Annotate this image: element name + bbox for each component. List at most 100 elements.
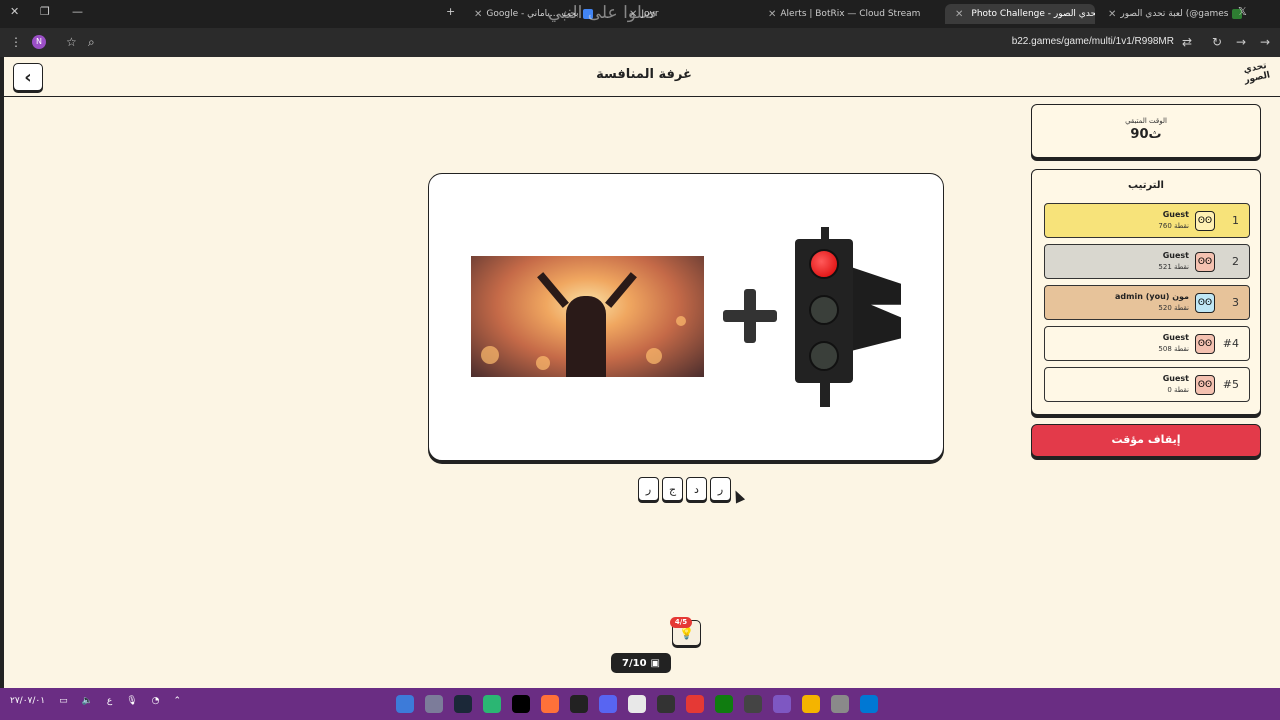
restore-window-icon[interactable]: ❐: [40, 5, 50, 18]
ranking-row: 1 ʘʘ Guest 760 نقطة: [1044, 203, 1250, 238]
player-avatar-icon: ʘʘ: [1195, 211, 1215, 231]
player-name: Guest: [1162, 251, 1189, 260]
timer-panel: الوقت المتبقي 90ث: [1031, 104, 1261, 158]
taskbar-apps: [396, 695, 878, 713]
traffic-light-image: [793, 227, 903, 407]
menu-dots-icon[interactable]: ⋮: [10, 35, 22, 49]
tab-label: Photo Challenge - لعبة تحدي الصور: [971, 9, 1095, 19]
ranking-title: الترتيب: [1128, 180, 1164, 191]
player-avatar-icon: ʘʘ: [1195, 334, 1215, 354]
ranking-row-self: 3 ʘʘ admin (you) مون 520 نقطة: [1044, 285, 1250, 320]
game-page: ‹ غرفة المنافسة تحدي الصور الوقت المتبقي…: [0, 57, 1280, 688]
tray-overflow-icon[interactable]: ⌃: [173, 696, 181, 706]
player-name: Guest: [1162, 333, 1189, 342]
watermark-text: صلوا على النبي: [548, 3, 657, 23]
app-icon[interactable]: [425, 695, 443, 713]
discord-icon[interactable]: [599, 695, 617, 713]
lightbulb-icon: 💡: [679, 626, 694, 640]
rank-position: 2: [1232, 255, 1239, 268]
ranking-row: #5 ʘʘ Guest 0 نقطة: [1044, 367, 1250, 402]
hint-count-badge: 4/5: [670, 617, 692, 628]
browser-tab-4-active[interactable]: ✕ Photo Challenge - لعبة تحدي الصور: [945, 4, 1095, 24]
rank-position: 1: [1232, 214, 1239, 227]
plus-icon: [723, 289, 777, 343]
letter-slot[interactable]: ر: [638, 477, 659, 501]
browser-tab-3[interactable]: ✕ Alerts | BotRix — Cloud Stream: [760, 4, 920, 24]
clock-date[interactable]: ٢٧/٠٧/٠١: [10, 696, 45, 706]
windows-start-icon[interactable]: [860, 695, 878, 713]
taskbar-tray: ٢٧/٠٧/٠١ ▭ 🔈 ع 🎙 ◔ ⌃: [10, 696, 181, 706]
puzzle-card: [428, 173, 944, 461]
round-indicator: 7/10 ▣: [611, 653, 671, 673]
rank-position: #5: [1222, 378, 1239, 391]
obs-icon[interactable]: [657, 695, 675, 713]
x-social-icon[interactable]: 𝕏: [1238, 5, 1247, 18]
volume-icon[interactable]: 🔈: [82, 696, 93, 706]
browser-tab-strip: ✕ ❐ — + ✕ Google - بحث ...ياماني ✕ Joyr …: [0, 0, 1280, 28]
rank-position: #4: [1222, 337, 1239, 350]
letter-slot[interactable]: ر: [710, 477, 731, 501]
app-icon[interactable]: [831, 695, 849, 713]
zoom-icon[interactable]: ⌕: [88, 35, 95, 50]
ranking-row: 2 ʘʘ Guest 521 نقطة: [1044, 244, 1250, 279]
rank-position: 3: [1232, 296, 1239, 309]
game-logo[interactable]: تحدي الصور: [1237, 60, 1276, 94]
player-name: Guest: [1162, 210, 1189, 219]
app-icon[interactable]: [570, 695, 588, 713]
close-tab-icon[interactable]: ✕: [1108, 9, 1116, 20]
chevron-left-icon: ‹: [24, 66, 32, 88]
monitor-icon[interactable]: ▭: [59, 696, 68, 706]
letter-slot[interactable]: ج: [662, 477, 683, 501]
round-label: 7/10: [622, 657, 647, 669]
browser-tab-5[interactable]: ✕ لعبة تحدي الصور (@games: [1104, 4, 1244, 24]
bookmark-star-icon[interactable]: ☆: [66, 35, 77, 49]
minimize-window-icon[interactable]: —: [72, 5, 83, 18]
folder-icon[interactable]: [802, 695, 820, 713]
back-button[interactable]: ‹: [13, 63, 43, 91]
page-header: ‹ غرفة المنافسة تحدي الصور: [4, 57, 1280, 97]
os-taskbar: ٢٧/٠٧/٠١ ▭ 🔈 ع 🎙 ◔ ⌃: [0, 688, 1280, 720]
player-points: 508 نقطة: [1158, 345, 1189, 353]
player-avatar-icon: ʘʘ: [1195, 375, 1215, 395]
player-points: 520 نقطة: [1158, 304, 1189, 312]
tab-label: Alerts | BotRix — Cloud Stream: [780, 9, 920, 19]
clapper-icon[interactable]: [744, 695, 762, 713]
address-bar: ⋮ N ☆ ⌕ b22.games/game/multi/1v1/R998MR …: [0, 28, 1280, 57]
player-avatar-icon: ʘʘ: [1195, 252, 1215, 272]
player-name: admin (you) مون: [1115, 292, 1189, 301]
edge-icon[interactable]: [483, 695, 501, 713]
pause-button[interactable]: إيقاف مؤقت: [1031, 424, 1261, 457]
player-avatar-icon: ʘʘ: [1195, 293, 1215, 313]
forward-icon[interactable]: →: [1236, 35, 1246, 49]
back-icon[interactable]: →: [1260, 35, 1270, 49]
timer-label: الوقت المتبقي: [1125, 117, 1167, 125]
timer-value: 90ث: [1130, 127, 1162, 142]
new-tab-icon[interactable]: +: [446, 5, 455, 18]
image-icon: ▣: [650, 657, 660, 669]
sunset-celebration-image: [471, 256, 704, 377]
app-icon[interactable]: [686, 695, 704, 713]
site-settings-icon[interactable]: ⇄: [1182, 35, 1192, 49]
player-points: 0 نقطة: [1167, 386, 1189, 394]
ranking-row: #4 ʘʘ Guest 508 نقطة: [1044, 326, 1250, 361]
chrome-icon[interactable]: [628, 695, 646, 713]
microphone-icon[interactable]: 🎙: [126, 696, 137, 706]
network-icon[interactable]: ◔: [152, 696, 160, 706]
reload-icon[interactable]: ↻: [1212, 35, 1222, 49]
capcut-icon[interactable]: [512, 695, 530, 713]
close-window-icon[interactable]: ✕: [10, 5, 19, 18]
language-indicator[interactable]: ع: [107, 696, 112, 706]
steam-icon[interactable]: [454, 695, 472, 713]
close-tab-icon[interactable]: ✕: [955, 9, 963, 20]
ranking-panel: الترتيب 1 ʘʘ Guest 760 نقطة 2 ʘʘ Guest 5…: [1031, 169, 1261, 415]
close-tab-icon[interactable]: ✕: [474, 9, 482, 20]
app-icon[interactable]: [396, 695, 414, 713]
profile-avatar[interactable]: N: [32, 35, 46, 49]
tab-label: لعبة تحدي الصور (@games: [1120, 9, 1229, 19]
letter-slot[interactable]: د: [686, 477, 707, 501]
xbox-icon[interactable]: [715, 695, 733, 713]
firefox-icon[interactable]: [541, 695, 559, 713]
close-tab-icon[interactable]: ✕: [768, 9, 776, 20]
url-text[interactable]: b22.games/game/multi/1v1/R998MR: [1012, 36, 1174, 47]
copilot-icon[interactable]: [773, 695, 791, 713]
